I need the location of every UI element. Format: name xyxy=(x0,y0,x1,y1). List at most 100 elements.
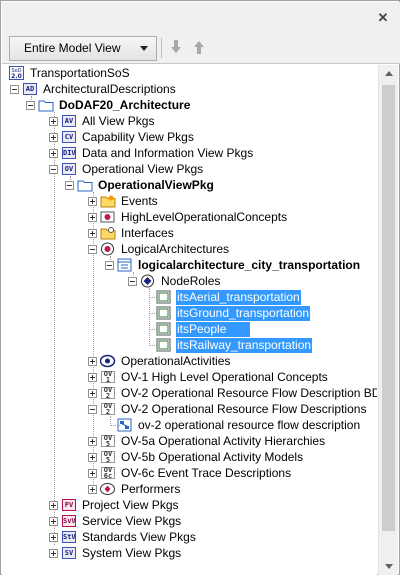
dv-package-icon: DIV xyxy=(62,147,76,159)
expand-icon[interactable] xyxy=(88,212,97,222)
tree-item-label: NodeRoles xyxy=(161,273,221,288)
scrollbar-thumb[interactable] xyxy=(382,85,395,531)
collapse-icon[interactable] xyxy=(128,276,137,286)
tree-item-noderoles[interactable]: NodeRoles xyxy=(128,273,221,289)
view-selector-value: Entire Model View xyxy=(24,41,121,55)
tree-item-label: OV-6c Event Trace Descriptions xyxy=(121,465,292,480)
tree-item-itsrailway[interactable]: itsRailway_transportation xyxy=(144,337,313,353)
collapse-icon[interactable] xyxy=(65,180,74,190)
ov6c-icon: OV 6c xyxy=(100,466,116,480)
tree-item-label: Interfaces xyxy=(121,225,174,240)
model-icon: SoD 2.0 xyxy=(9,66,25,80)
tree-item-label: Operational View Pkgs xyxy=(82,161,204,176)
av-package-icon: AV xyxy=(61,114,77,128)
tree-item-events[interactable]: Events xyxy=(88,193,159,209)
folder-icon xyxy=(38,98,54,112)
logical-architecture-icon xyxy=(100,242,116,256)
tree-item-label: OperationalActivities xyxy=(121,353,231,368)
tree-item-logicalarchitectures[interactable]: LogicalArchitectures xyxy=(88,241,230,257)
performers-icon xyxy=(100,482,116,496)
tree-item-dodaf20-architecture[interactable]: DoDAF20_Architecture xyxy=(26,97,191,113)
collapse-icon[interactable] xyxy=(10,84,19,94)
expand-icon[interactable] xyxy=(49,532,58,542)
tree-item-ov2-diagram[interactable]: ov-2 operational resource flow descripti… xyxy=(105,417,361,433)
tree-item-ov6c[interactable]: OV 6c OV-6c Event Trace Descriptions xyxy=(88,465,292,481)
tree-item-operationalviewpkg[interactable]: OperationalViewPkg xyxy=(65,177,215,193)
tree-item-standards-view-pkgs[interactable]: StV Standards View Pkgs xyxy=(49,529,197,545)
tree-item-label: Events xyxy=(121,193,158,208)
tree-item-label: logicalarchitecture_city_transportation xyxy=(138,257,361,272)
sv-package-icon: SvV xyxy=(62,515,76,527)
collapse-icon[interactable] xyxy=(105,260,114,270)
tree-item-ov5b[interactable]: OV 5 OV-5b Operational Activity Models xyxy=(88,449,304,465)
expand-icon[interactable] xyxy=(88,468,97,478)
expand-icon[interactable] xyxy=(88,436,97,446)
ov-package-icon: OV xyxy=(61,162,77,176)
tree-item-service-view-pkgs[interactable]: SvV Service View Pkgs xyxy=(49,513,182,529)
stv-package-icon: StV xyxy=(62,531,76,543)
ov5-icon: OV 5 xyxy=(100,434,116,448)
expand-icon[interactable] xyxy=(49,500,58,510)
tree-item-interfaces[interactable]: Interfaces xyxy=(88,225,175,241)
collapse-icon[interactable] xyxy=(88,244,97,254)
collapse-icon[interactable] xyxy=(26,100,35,110)
expand-icon[interactable] xyxy=(88,452,97,462)
vertical-scrollbar[interactable] xyxy=(378,65,398,575)
close-icon[interactable]: ✕ xyxy=(375,10,391,26)
scroll-down-icon[interactable] xyxy=(385,564,393,569)
tree-item-label: All View Pkgs xyxy=(82,113,155,128)
tree-item-architecturaldescriptions[interactable]: AD ArchitecturalDescriptions xyxy=(10,81,177,97)
concepts-icon xyxy=(100,210,116,224)
tree-item-label: OV-5b Operational Activity Models xyxy=(121,449,304,464)
node-role-icon xyxy=(156,290,172,304)
expand-icon[interactable] xyxy=(49,516,58,526)
tree-item-ov2-bd[interactable]: OV 2 OV-2 Operational Resource Flow Descr… xyxy=(88,385,377,401)
expand-icon[interactable] xyxy=(49,148,58,158)
tree-item-system-view-pkgs[interactable]: SV System View Pkgs xyxy=(49,545,182,561)
expand-icon[interactable] xyxy=(49,116,58,126)
model-tree[interactable]: SoD 2.0 TransportationSoS AD Architectura… xyxy=(2,65,377,575)
tree-item-label: HighLevelOperationalConcepts xyxy=(121,209,288,224)
tree-item-ov1[interactable]: OV 1 OV-1 High Level Operational Concepts xyxy=(88,369,329,385)
tree-item-label: OV-2 Operational Resource Flow Descripti… xyxy=(121,385,377,400)
tree-item-operational-view-pkgs[interactable]: OV Operational View Pkgs xyxy=(49,161,204,177)
tree-item-label: OperationalViewPkg xyxy=(98,177,214,192)
tree-item-label: TransportationSoS xyxy=(30,65,130,80)
tree-item-data-information-view-pkgs[interactable]: DIV Data and Information View Pkgs xyxy=(49,145,254,161)
tree-item-ov2-descriptions[interactable]: OV 2 OV-2 Operational Resource Flow Descr… xyxy=(88,401,367,417)
arrow-up-icon[interactable] xyxy=(191,37,207,57)
expand-icon[interactable] xyxy=(88,356,97,366)
tree-item-highlevel-concepts[interactable]: HighLevelOperationalConcepts xyxy=(88,209,288,225)
expand-icon[interactable] xyxy=(88,372,97,382)
node-role-icon xyxy=(156,306,172,320)
tree-item-itsground[interactable]: itsGround_transportation xyxy=(144,305,311,321)
collapse-icon[interactable] xyxy=(49,164,58,174)
tree-item-performers[interactable]: Performers xyxy=(88,481,181,497)
expand-icon[interactable] xyxy=(88,484,97,494)
expand-icon[interactable] xyxy=(88,228,97,238)
node-role-icon xyxy=(156,322,172,336)
tree-item-label: Data and Information View Pkgs xyxy=(82,145,254,160)
tree-item-capability-view-pkgs[interactable]: CV Capability View Pkgs xyxy=(49,129,195,145)
collapse-icon[interactable] xyxy=(88,404,97,414)
tree-item-label: itsPeople xyxy=(176,321,251,337)
expand-icon[interactable] xyxy=(49,548,58,558)
tree-item-project-view-pkgs[interactable]: PV Project View Pkgs xyxy=(49,497,180,513)
tree-item-label: ArchitecturalDescriptions xyxy=(43,81,176,96)
tree-item-itsaerial[interactable]: itsAerial_transportation xyxy=(144,289,301,305)
scroll-up-icon[interactable] xyxy=(385,71,393,76)
arrow-down-icon[interactable] xyxy=(168,37,184,57)
tree-item-label: LogicalArchitectures xyxy=(121,241,230,256)
tree-item-ov5a[interactable]: OV 5 OV-5a Operational Activity Hierarchi… xyxy=(88,433,326,449)
tree-item-all-view-pkgs[interactable]: AV All View Pkgs xyxy=(49,113,155,129)
tree-item-label: Capability View Pkgs xyxy=(82,129,194,144)
expand-icon[interactable] xyxy=(88,196,97,206)
tree-item-transportationsos[interactable]: SoD 2.0 TransportationSoS xyxy=(9,65,131,81)
view-selector[interactable]: Entire Model View xyxy=(9,36,157,61)
tree-item-itspeople[interactable]: itsPeople xyxy=(144,321,251,337)
tree-item-operationalactivities[interactable]: OperationalActivities xyxy=(88,353,231,369)
expand-icon[interactable] xyxy=(88,388,97,398)
tree-item-label: Project View Pkgs xyxy=(82,497,179,512)
expand-icon[interactable] xyxy=(49,132,58,142)
tree-item-logicalarchitecture-city[interactable]: logicalarchitecture_city_transportation xyxy=(105,257,361,273)
